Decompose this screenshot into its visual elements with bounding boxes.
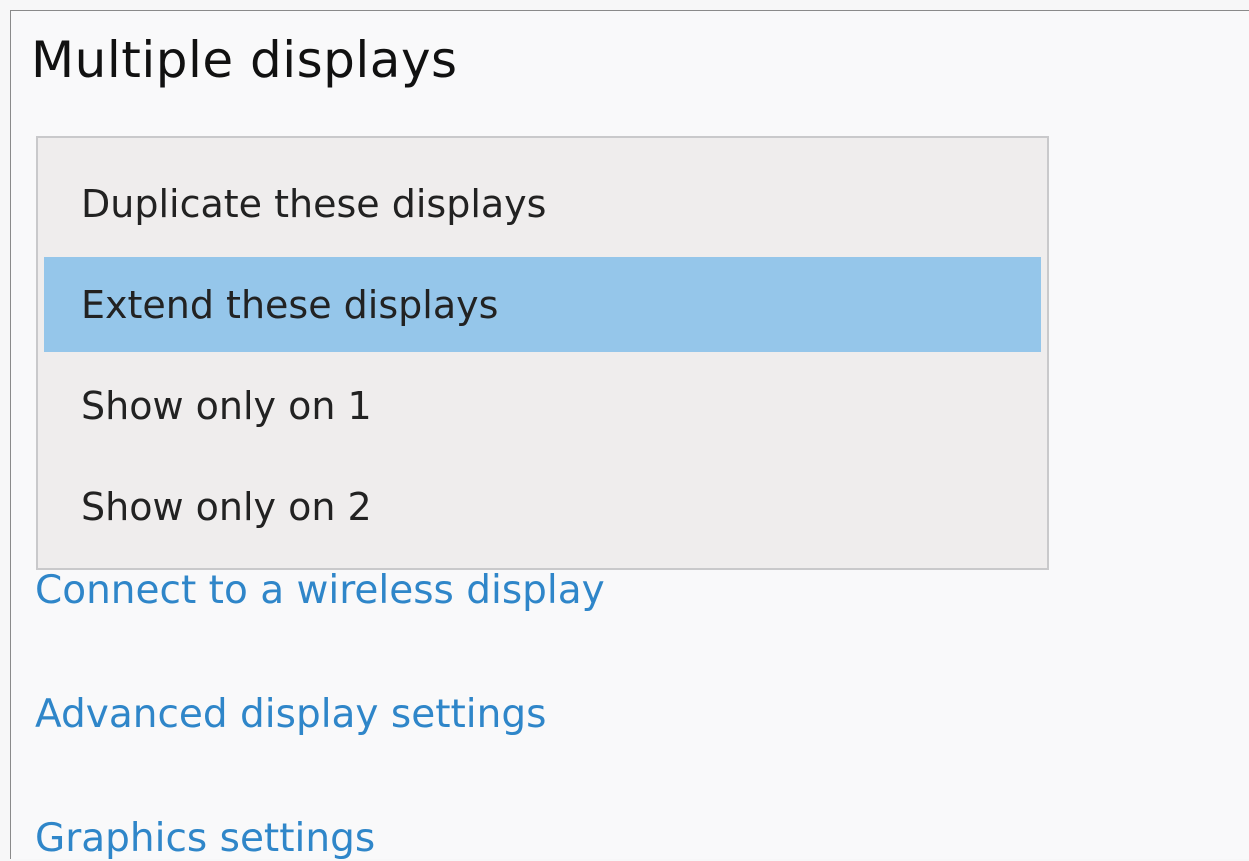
page-title: Multiple displays: [31, 31, 458, 89]
option-show-only-on-1[interactable]: Show only on 1: [44, 358, 1041, 453]
option-duplicate-displays[interactable]: Duplicate these displays: [44, 156, 1041, 251]
option-show-only-on-2[interactable]: Show only on 2: [44, 459, 1041, 554]
graphics-settings-link[interactable]: Graphics settings: [35, 819, 375, 858]
advanced-display-settings-link[interactable]: Advanced display settings: [35, 695, 546, 734]
option-extend-displays[interactable]: Extend these displays: [44, 257, 1041, 352]
settings-panel: Multiple displays Duplicate these displa…: [10, 10, 1249, 859]
multiple-displays-dropdown-list[interactable]: Duplicate these displays Extend these di…: [36, 136, 1049, 570]
connect-wireless-display-link[interactable]: Connect to a wireless display: [35, 571, 605, 610]
